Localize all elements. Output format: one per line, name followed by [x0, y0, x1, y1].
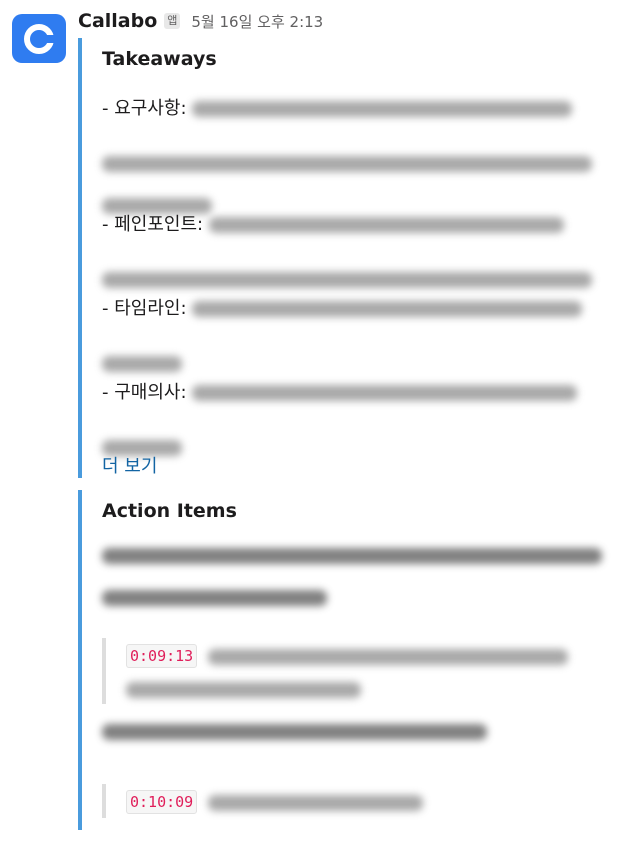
- takeaways-attachment: Takeaways - 요구사항: - 페인포인트: - 타임라인: - 구매의…: [78, 38, 622, 478]
- redacted-text: [208, 217, 564, 233]
- takeaway-label: - 타임라인:: [102, 298, 187, 319]
- redacted-text: [102, 356, 182, 372]
- redacted-text: [192, 301, 583, 317]
- message-header: Callabo 앱 5월 16일 오후 2:13: [78, 6, 323, 36]
- takeaway-item: - 요구사항:: [102, 88, 602, 214]
- action-item-quote: 0:10:09: [102, 784, 616, 818]
- redacted-text: [126, 682, 361, 698]
- takeaways-title: Takeaways: [102, 48, 217, 70]
- takeaway-label: - 페인포인트:: [102, 214, 204, 235]
- redacted-text: [208, 648, 569, 665]
- redacted-text: [102, 272, 592, 288]
- takeaway-item: - 구매의사:: [102, 372, 602, 456]
- redacted-text: [208, 794, 424, 811]
- action-item: [102, 724, 602, 740]
- takeaway-item: - 타임라인:: [102, 288, 602, 372]
- takeaway-label: - 요구사항:: [102, 98, 187, 119]
- action-items-attachment: Action Items 0:09:13 0:10:09: [78, 490, 622, 830]
- takeaway-item: - 페인포인트:: [102, 204, 602, 288]
- show-more-link[interactable]: 더 보기: [102, 452, 157, 478]
- timecode-link[interactable]: 0:09:13: [126, 644, 198, 668]
- redacted-text: [102, 590, 327, 606]
- sender-name[interactable]: Callabo: [78, 10, 157, 32]
- redacted-text: [192, 385, 578, 401]
- action-item: [102, 548, 602, 606]
- redacted-text: [102, 156, 592, 172]
- app-badge: 앱: [164, 13, 181, 29]
- action-items-title: Action Items: [102, 500, 237, 522]
- callabo-avatar[interactable]: [12, 14, 66, 63]
- timecode-link[interactable]: 0:10:09: [126, 790, 198, 814]
- callabo-logo-icon: [24, 23, 56, 54]
- takeaway-label: - 구매의사:: [102, 382, 187, 403]
- action-item-quote: 0:09:13: [102, 638, 616, 704]
- message-timestamp[interactable]: 5월 16일 오후 2:13: [191, 11, 323, 32]
- redacted-text: [102, 724, 487, 740]
- redacted-text: [192, 101, 573, 117]
- redacted-text: [102, 548, 602, 564]
